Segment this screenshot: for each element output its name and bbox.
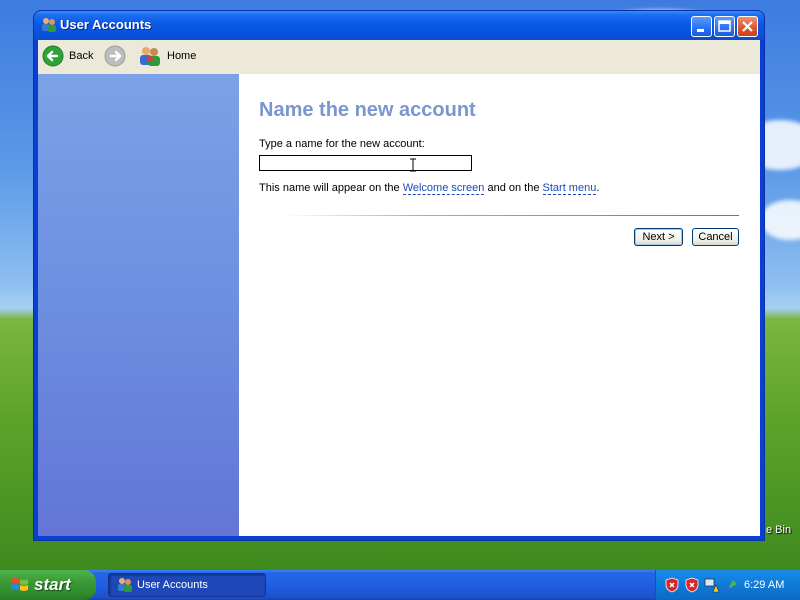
security-shield-icon[interactable] <box>664 577 680 593</box>
taskbar-item-label: User Accounts <box>137 579 208 591</box>
clock[interactable]: 6:29 AM <box>744 579 784 591</box>
start-label: start <box>34 575 71 594</box>
start-button[interactable]: start <box>0 570 96 600</box>
account-name-label: Type a name for the new account: <box>259 138 425 150</box>
minimize-icon <box>697 29 704 32</box>
start-menu-link[interactable]: Start menu <box>542 182 597 195</box>
next-button[interactable]: Next > <box>634 228 683 246</box>
main-panel: Name the new account Type a name for the… <box>239 74 760 536</box>
user-accounts-icon <box>41 17 57 33</box>
back-arrow-icon <box>42 45 64 67</box>
info-text: This name will appear on the Welcome scr… <box>259 182 600 195</box>
cloud <box>760 200 800 240</box>
system-tray: 6:29 AM <box>655 570 800 600</box>
close-icon <box>742 21 753 32</box>
content-area: Name the new account Type a name for the… <box>38 74 760 536</box>
welcome-screen-link[interactable]: Welcome screen <box>402 182 485 195</box>
info-middle: and on the <box>484 182 543 194</box>
info-prefix: This name will appear on the <box>259 182 403 194</box>
title-bar[interactable]: User Accounts <box>34 11 764 40</box>
maximize-icon <box>718 20 731 32</box>
home-label: Home <box>167 50 197 62</box>
forward-button[interactable] <box>104 44 126 68</box>
back-button[interactable]: Back <box>42 44 93 68</box>
network-warning-icon[interactable] <box>704 577 720 593</box>
info-suffix: . <box>596 182 600 194</box>
taskbar: start User Accounts 6:29 AM <box>0 570 800 600</box>
user-accounts-icon <box>118 578 132 592</box>
home-button[interactable]: Home <box>138 44 196 68</box>
cancel-button[interactable]: Cancel <box>692 228 739 246</box>
user-accounts-window: User Accounts Back Home Name the new acc… <box>34 11 764 540</box>
forward-arrow-icon <box>104 45 126 67</box>
close-button[interactable] <box>737 16 758 37</box>
navigation-toolbar: Back Home <box>38 40 760 75</box>
window-title: User Accounts <box>60 17 152 32</box>
divider <box>284 215 739 216</box>
back-label: Back <box>69 50 94 62</box>
home-users-icon <box>140 47 160 66</box>
security-shield-icon[interactable] <box>684 577 700 593</box>
text-cursor-icon <box>409 158 417 175</box>
task-pane <box>38 74 239 536</box>
taskbar-item-user-accounts[interactable]: User Accounts <box>108 573 266 597</box>
page-title: Name the new account <box>259 99 476 121</box>
recycle-bin-label[interactable]: e Bin <box>766 524 791 536</box>
maximize-button[interactable] <box>714 16 735 37</box>
safely-remove-hardware-icon[interactable] <box>724 577 740 593</box>
minimize-button[interactable] <box>691 16 712 37</box>
windows-logo-icon <box>11 578 28 591</box>
account-name-input[interactable] <box>259 155 472 171</box>
